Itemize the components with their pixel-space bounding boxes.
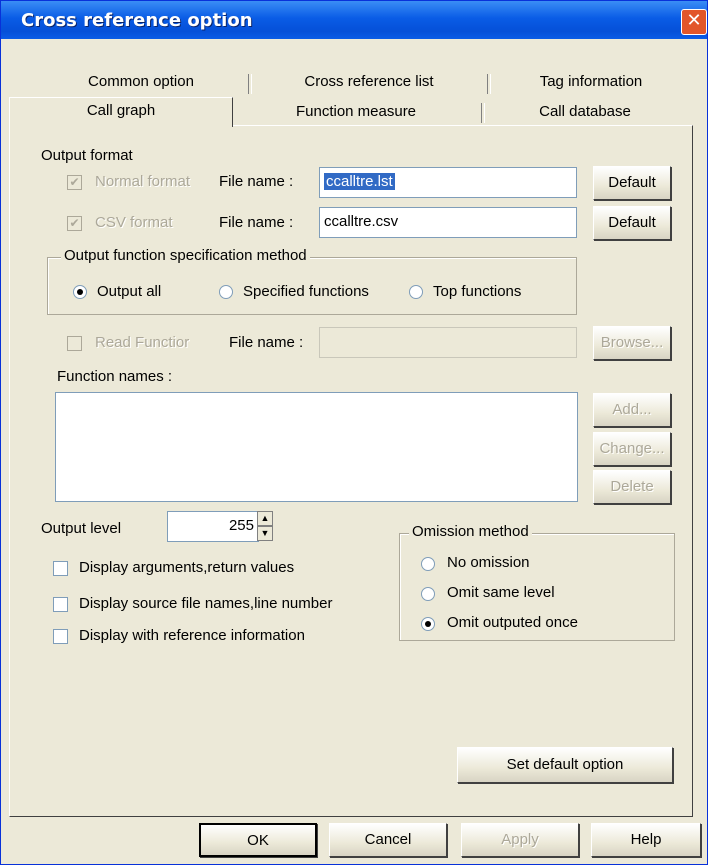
csv-default-button[interactable]: Default: [593, 206, 671, 240]
read-file-name-input[interactable]: [319, 327, 577, 358]
display-arguments-checkbox[interactable]: [53, 561, 68, 576]
function-names-list[interactable]: [55, 392, 578, 502]
display-source-file-checkbox[interactable]: [53, 597, 68, 612]
delete-button[interactable]: Delete: [593, 470, 671, 504]
omission-method-heading: Omission method: [409, 523, 532, 540]
normal-file-name-label: File name :: [219, 173, 294, 190]
normal-format-checkbox[interactable]: ✔: [67, 175, 82, 190]
output-all-radio[interactable]: [73, 285, 87, 299]
csv-file-name-label: File name :: [219, 214, 294, 231]
tab-call-database[interactable]: Call database: [485, 99, 685, 126]
read-function-label: Read Functior: [95, 334, 190, 351]
normal-default-button[interactable]: Default: [593, 166, 671, 200]
display-arguments-label: Display arguments,return values: [79, 559, 295, 576]
csv-format-label: CSV format: [95, 214, 173, 231]
tab-row-front: Call graph Function measure Call databas…: [1, 97, 691, 127]
omit-outputed-once-label: Omit outputed once: [447, 614, 578, 631]
tab-common-option[interactable]: Common option: [31, 69, 251, 96]
top-functions-radio[interactable]: [409, 285, 423, 299]
output-level-input[interactable]: 255: [167, 511, 259, 542]
normal-file-name-value: ccalltre.lst: [324, 173, 395, 190]
ok-button[interactable]: OK: [199, 823, 317, 857]
close-icon[interactable]: ✕: [681, 9, 707, 35]
window-title: Cross reference option: [21, 10, 253, 31]
output-level-label: Output level: [41, 520, 122, 537]
tab-row-back: Common option Cross reference list Tag i…: [1, 69, 691, 97]
specified-functions-radio[interactable]: [219, 285, 233, 299]
no-omission-label: No omission: [447, 554, 530, 571]
tab-tag-information[interactable]: Tag information: [491, 69, 691, 96]
no-omission-radio[interactable]: [421, 557, 435, 571]
set-default-option-button[interactable]: Set default option: [457, 747, 673, 783]
csv-format-checkbox[interactable]: ✔: [67, 216, 82, 231]
display-reference-label: Display with reference information: [79, 627, 305, 644]
help-button[interactable]: Help: [591, 823, 701, 857]
read-function-checkbox[interactable]: [67, 336, 82, 351]
output-level-spinner[interactable]: ▲ ▼: [257, 511, 273, 542]
output-format-heading: Output format: [41, 147, 133, 164]
omit-same-level-radio[interactable]: [421, 587, 435, 601]
spec-method-heading: Output function specification method: [61, 247, 310, 264]
spin-down-icon[interactable]: ▼: [257, 526, 273, 541]
dialog-window: Cross reference option ✕ Common option C…: [0, 0, 708, 865]
spin-up-icon[interactable]: ▲: [257, 511, 273, 526]
browse-button[interactable]: Browse...: [593, 326, 671, 360]
function-names-label: Function names :: [57, 368, 173, 385]
tab-function-measure[interactable]: Function measure: [233, 99, 479, 126]
tab-call-graph[interactable]: Call graph: [9, 97, 233, 127]
title-bar[interactable]: Cross reference option ✕: [1, 1, 707, 39]
read-file-name-label: File name :: [229, 334, 304, 351]
csv-file-name-input[interactable]: ccalltre.csv: [319, 207, 577, 238]
apply-button[interactable]: Apply: [461, 823, 579, 857]
tab-cross-reference-list[interactable]: Cross reference list: [251, 69, 487, 96]
specified-functions-label: Specified functions: [243, 283, 369, 300]
output-all-label: Output all: [97, 283, 162, 300]
normal-file-name-input[interactable]: ccalltre.lst: [319, 167, 577, 198]
display-reference-checkbox[interactable]: [53, 629, 68, 644]
cancel-button[interactable]: Cancel: [329, 823, 447, 857]
change-button[interactable]: Change...: [593, 432, 671, 466]
top-functions-label: Top functions: [433, 283, 522, 300]
display-source-file-label: Display source file names,line number: [79, 595, 333, 612]
normal-format-label: Normal format: [95, 173, 191, 190]
add-button[interactable]: Add...: [593, 393, 671, 427]
omit-same-level-label: Omit same level: [447, 584, 555, 601]
omit-outputed-once-radio[interactable]: [421, 617, 435, 631]
